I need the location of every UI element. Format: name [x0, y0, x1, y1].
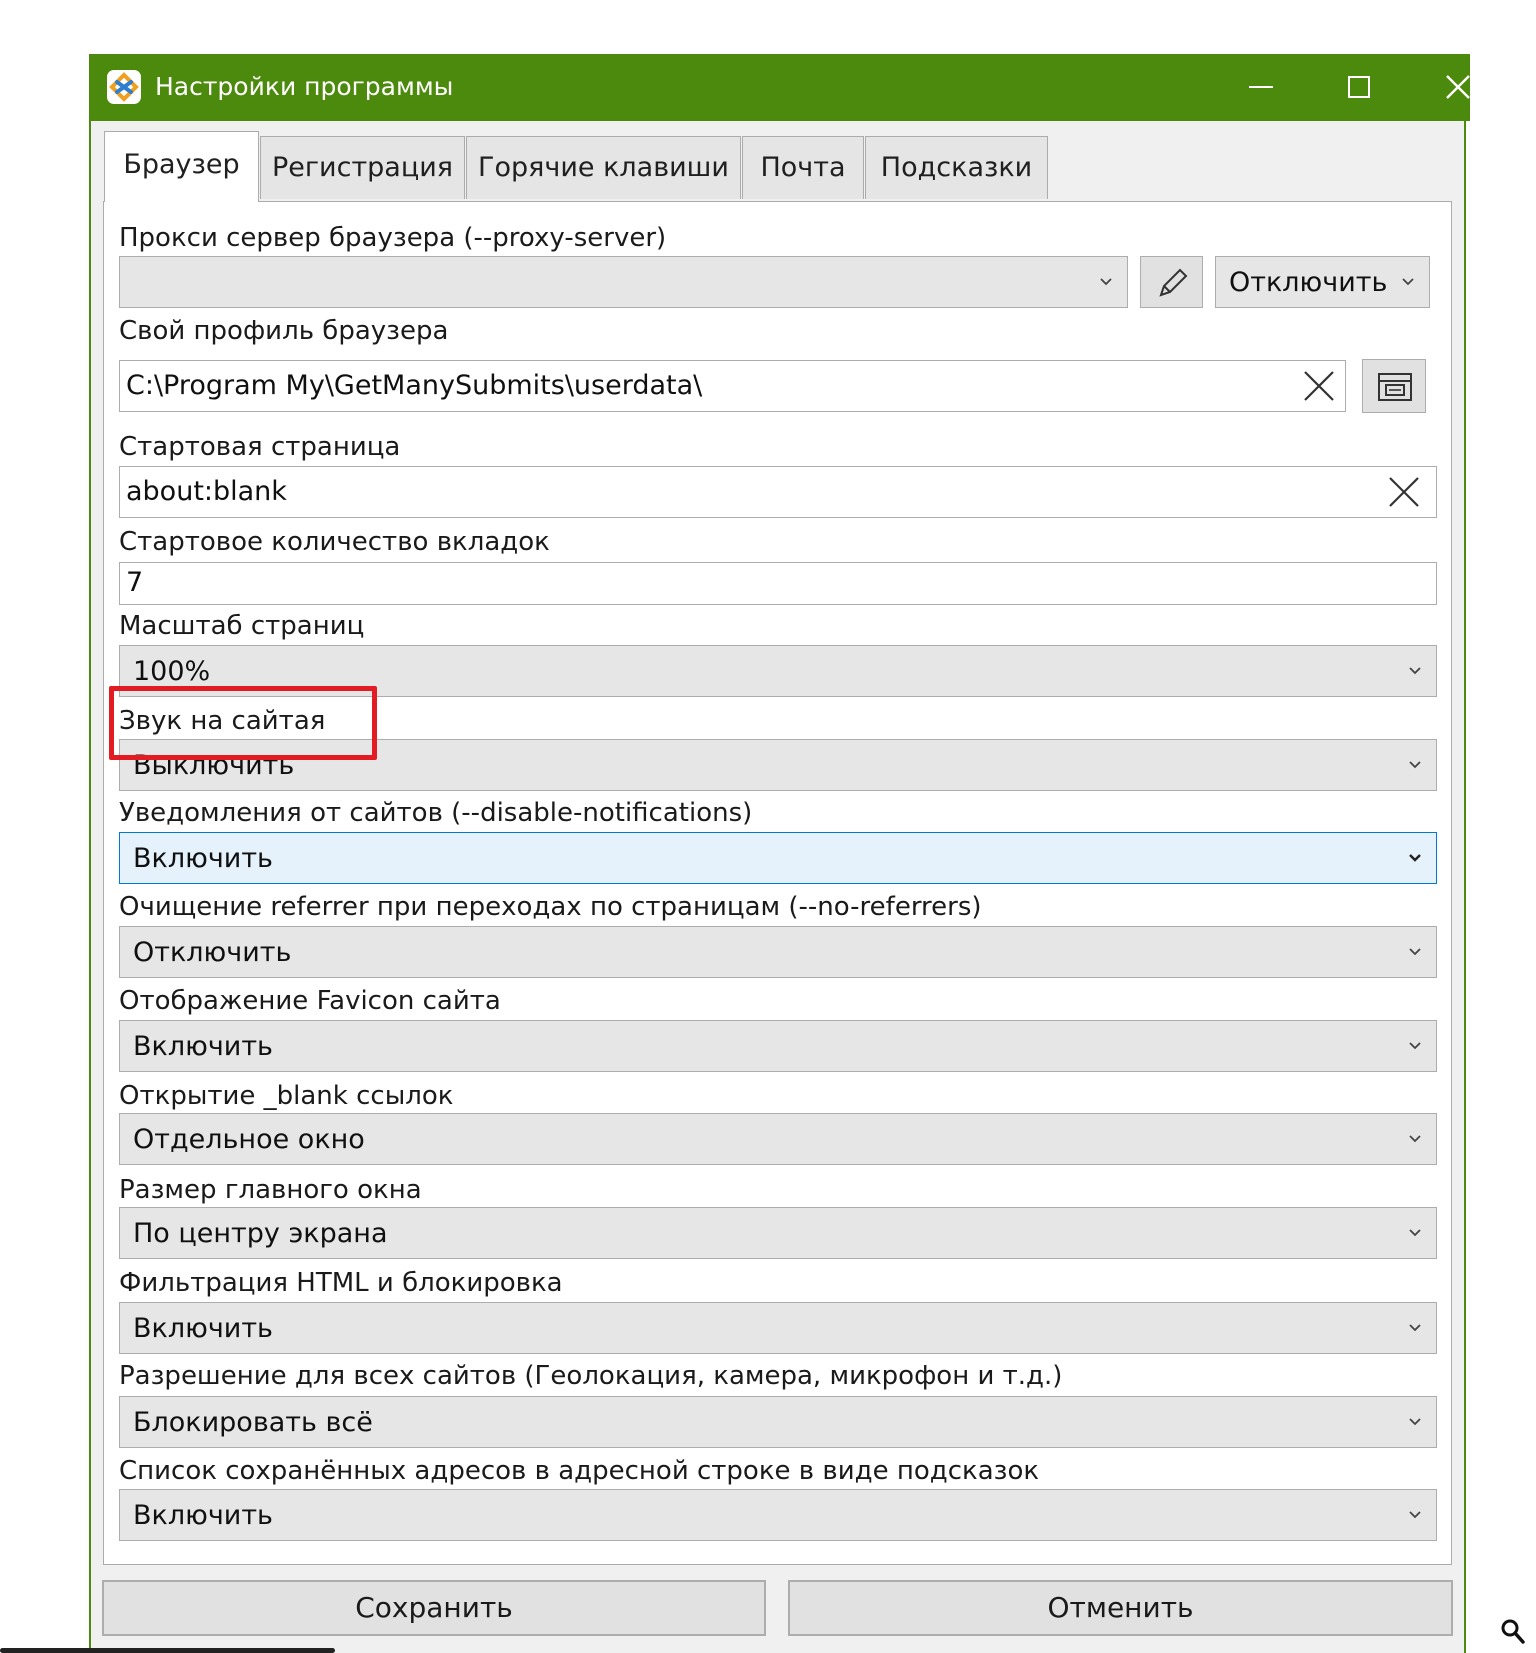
chevron-down-icon	[1409, 761, 1421, 769]
favicon-select[interactable]: Включить	[119, 1020, 1437, 1072]
chevron-down-icon	[1409, 1135, 1421, 1143]
chevron-down-icon	[1409, 1229, 1421, 1237]
start-page-input[interactable]: about:blank	[119, 466, 1437, 518]
minimize-icon	[1249, 86, 1273, 88]
window-size-label: Размер главного окна	[119, 1175, 422, 1205]
notifications-select[interactable]: Включить	[119, 832, 1437, 884]
window-size-select[interactable]: По центру экрана	[119, 1207, 1437, 1259]
start-page-label: Стартовая страница	[119, 432, 401, 462]
referrer-label: Очищение referrer при переходах по стран…	[119, 892, 982, 922]
html-filter-value: Включить	[133, 1313, 273, 1344]
blank-links-select[interactable]: Отдельное окно	[119, 1113, 1437, 1165]
close-icon	[1446, 75, 1470, 99]
profile-label: Свой профиль браузера	[119, 316, 449, 346]
permissions-select[interactable]: Блокировать всё	[119, 1396, 1437, 1448]
blank-links-value: Отдельное окно	[133, 1124, 365, 1155]
referrer-value: Отключить	[133, 937, 292, 968]
pencil-icon	[1159, 268, 1188, 297]
chevron-down-icon	[1409, 1511, 1421, 1519]
permissions-label: Разрешение для всех сайтов (Геолокация, …	[119, 1361, 1063, 1391]
minimize-button[interactable]	[1213, 54, 1309, 121]
referrer-select[interactable]: Отключить	[119, 926, 1437, 978]
chevron-down-icon	[1409, 667, 1421, 675]
tab-hotkeys[interactable]: Горячие клавиши	[466, 136, 741, 199]
maximize-icon	[1348, 76, 1370, 98]
start-tabs-label: Стартовое количество вкладок	[119, 527, 550, 557]
favicon-label: Отображение Favicon сайта	[119, 986, 501, 1016]
chevron-down-icon	[1402, 278, 1414, 286]
chevron-down-icon	[1409, 948, 1421, 956]
zoom-value: 100%	[133, 656, 211, 687]
magnifier-icon[interactable]	[1500, 1618, 1526, 1646]
proxy-label: Прокси сервер браузера (--proxy-server)	[119, 223, 667, 253]
address-hints-select[interactable]: Включить	[119, 1489, 1437, 1541]
blank-links-label: Открытие _blank ссылок	[119, 1081, 454, 1111]
address-hints-label: Список сохранённых адресов в адресной ст…	[119, 1456, 1040, 1486]
chevron-down-icon	[1100, 278, 1112, 286]
save-button[interactable]: Сохранить	[102, 1580, 766, 1636]
page: Настройки программы Браузер Регистрация …	[0, 0, 1536, 1653]
chevron-down-icon	[1409, 1042, 1421, 1050]
chevron-down-icon	[1409, 1418, 1421, 1426]
cancel-button[interactable]: Отменить	[788, 1580, 1453, 1636]
folder-browse-icon	[1378, 373, 1412, 401]
tab-hints[interactable]: Подсказки	[865, 136, 1048, 199]
tab-registration[interactable]: Регистрация	[260, 136, 465, 199]
notifications-value: Включить	[133, 843, 273, 874]
edit-proxy-button[interactable]	[1140, 256, 1203, 308]
title-bar[interactable]: Настройки программы	[89, 54, 1470, 121]
clear-icon[interactable]	[1303, 370, 1335, 402]
proxy-mode-value: Отключить	[1229, 267, 1388, 298]
start-tabs-input[interactable]: 7	[119, 562, 1437, 605]
profile-path-input[interactable]: C:\Program My\GetManySubmits\userdata\	[119, 360, 1346, 412]
favicon-value: Включить	[133, 1031, 273, 1062]
notifications-label: Уведомления от сайтов (--disable-notific…	[119, 798, 753, 828]
close-button[interactable]	[1410, 54, 1506, 121]
chevron-down-icon	[1409, 1324, 1421, 1332]
sound-label: Звук на сайтая	[119, 706, 326, 736]
permissions-value: Блокировать всё	[133, 1407, 373, 1438]
window-size-value: По центру экрана	[133, 1218, 388, 1249]
tab-mail[interactable]: Почта	[742, 136, 864, 199]
html-filter-select[interactable]: Включить	[119, 1302, 1437, 1354]
browse-folder-button[interactable]	[1362, 359, 1426, 413]
app-logo-icon	[107, 70, 141, 104]
window-title: Настройки программы	[155, 72, 454, 101]
zoom-label: Масштаб страниц	[119, 611, 365, 641]
tab-browser[interactable]: Браузер	[104, 131, 259, 202]
proxy-mode-select[interactable]: Отключить	[1215, 256, 1430, 308]
scrollbar[interactable]	[0, 1648, 335, 1653]
proxy-select[interactable]	[119, 256, 1128, 308]
clear-icon[interactable]	[1388, 476, 1420, 508]
address-hints-value: Включить	[133, 1500, 273, 1531]
chevron-down-icon	[1409, 854, 1421, 862]
html-filter-label: Фильтрация HTML и блокировка	[119, 1268, 563, 1298]
maximize-button[interactable]	[1311, 54, 1407, 121]
